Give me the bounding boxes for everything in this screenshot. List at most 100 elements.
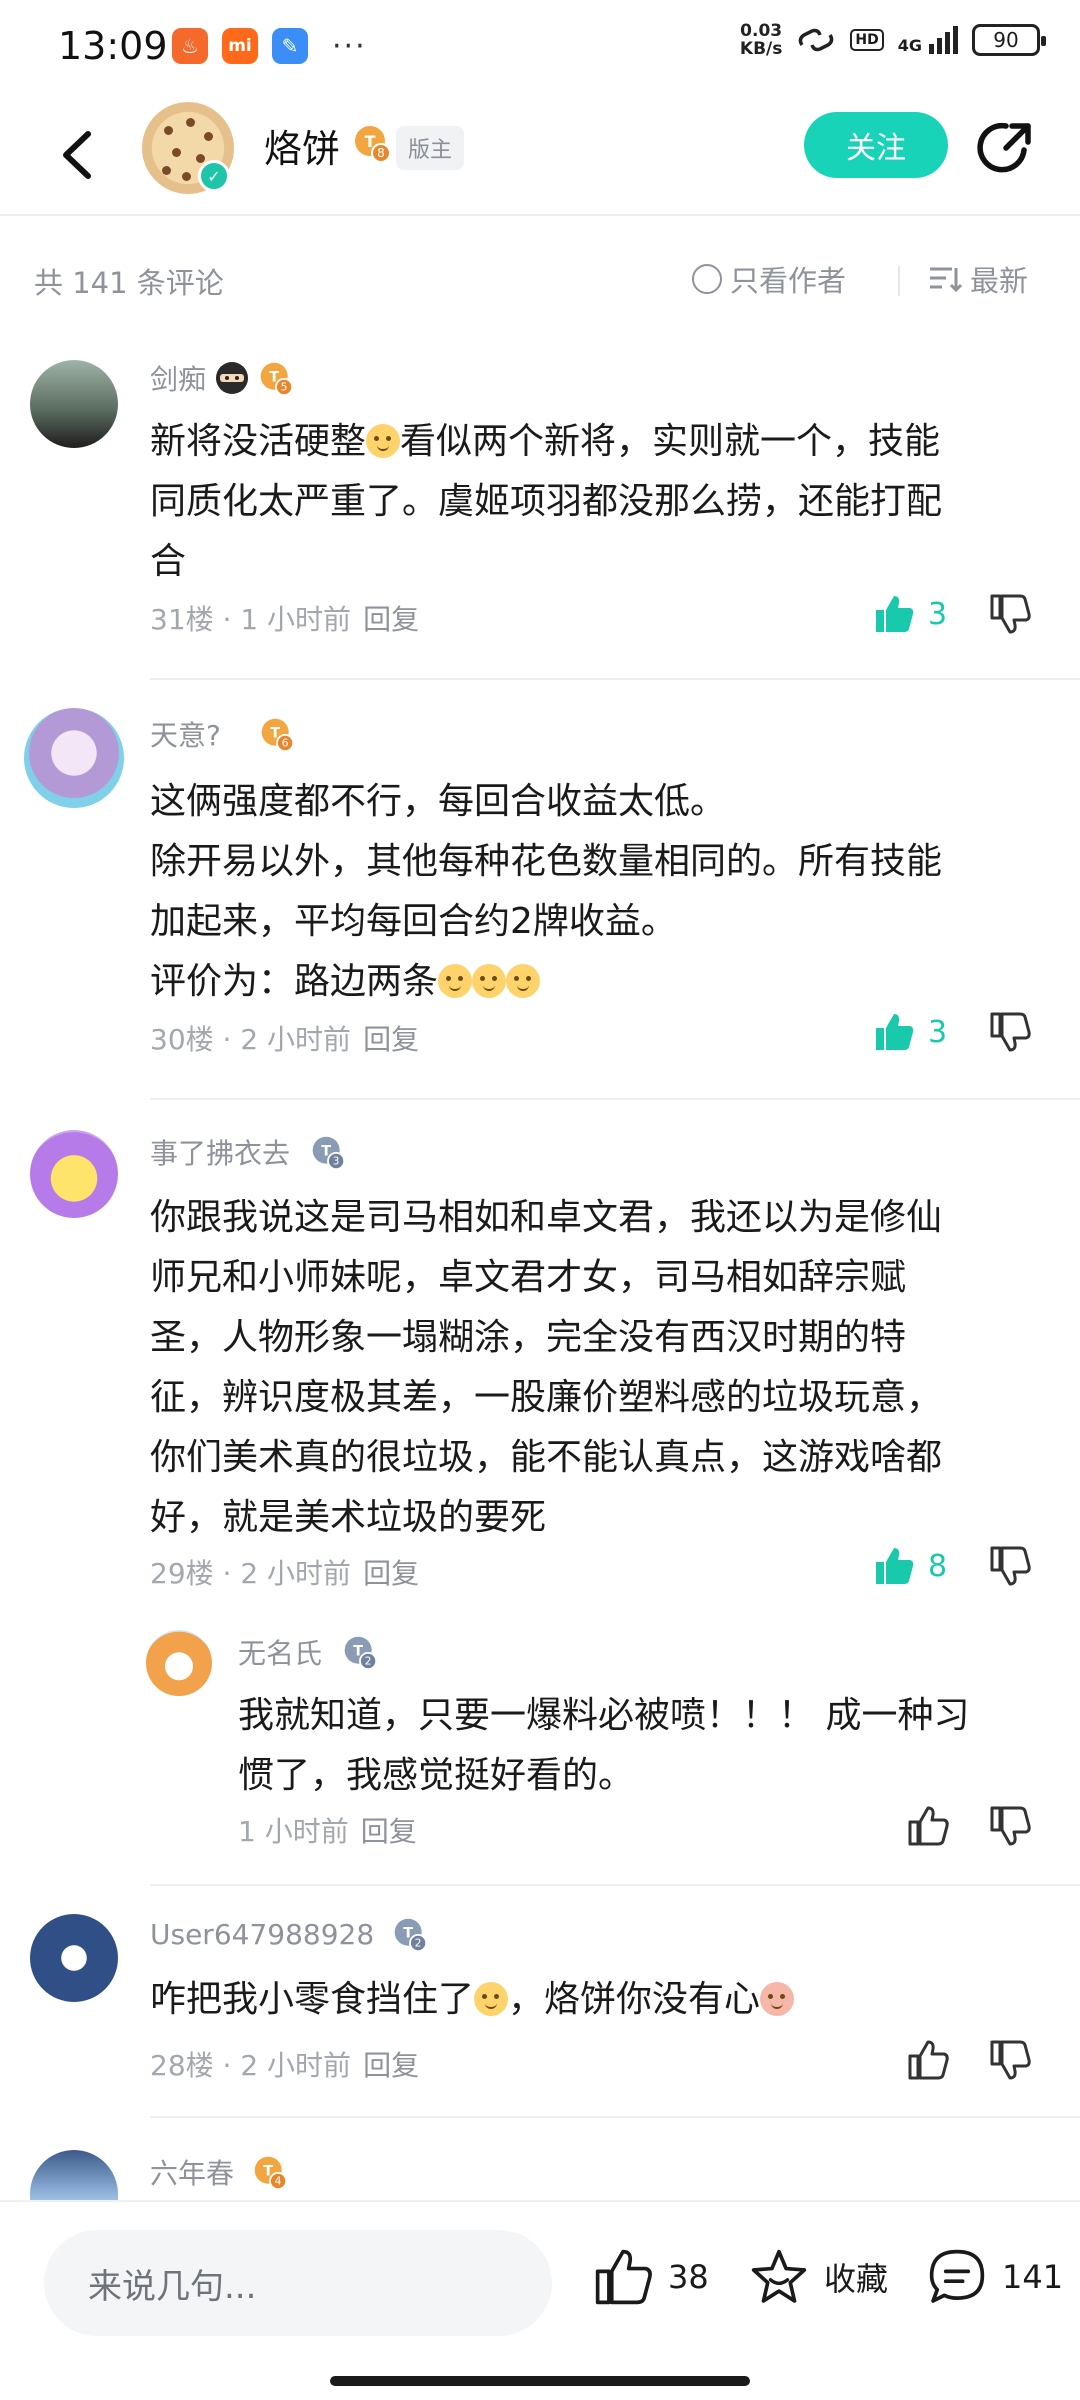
status-app-icons: ♨ mi ✎ ··· [172, 28, 367, 64]
svg-text:6: 6 [282, 737, 289, 750]
thumbs-down-icon[interactable] [988, 2038, 1032, 2082]
ninja-icon [214, 360, 250, 396]
svg-text:2: 2 [415, 1937, 422, 1950]
comment-filter-bar: 共 141 条评论 只看作者 最新 [0, 244, 1080, 316]
comment-text: 咋把我小零食挡住了 ，烙饼你没有心 [150, 1970, 1030, 2030]
emoji-icon [506, 964, 541, 998]
bottom-action-bar: 来说几句... 38 收藏 141 [0, 2200, 1080, 2400]
hd-icon: HD [850, 29, 884, 51]
thumbs-down-icon[interactable] [988, 1544, 1032, 1588]
user-avatar[interactable] [30, 2150, 118, 2200]
comment-meta: 30楼 · 2 小时前 回复 [150, 1023, 420, 1056]
author-name[interactable]: 烙饼 [264, 118, 340, 173]
comment-text: 新将没活硬整 看似两个新将，实则就一个，技能 同质化太严重了。虞姬项羽都没那么捞，… [150, 421, 943, 582]
radio-icon [692, 264, 722, 294]
mi-app-icon: mi [222, 28, 258, 64]
link-icon [799, 28, 834, 52]
divider [150, 1098, 1080, 1100]
svg-text:3: 3 [333, 1155, 340, 1168]
notification-app-icon: ♨ [172, 28, 208, 64]
status-bar: 13:09 ♨ mi ✎ ··· 0.03 KB/s HD 4G 90 [0, 0, 1080, 90]
comment-meta: 29楼 · 2 小时前 回复 [150, 1557, 420, 1590]
user-avatar[interactable] [24, 708, 124, 808]
moderator-badge: 版主 [396, 126, 465, 170]
comment-username[interactable]: User647988928 T2 [150, 1916, 428, 1952]
comment-username[interactable]: 事了拂衣去 T3 [150, 1132, 346, 1172]
thumbs-up-icon[interactable] [906, 2038, 950, 2082]
comment-input[interactable]: 来说几句... [44, 2230, 552, 2336]
verified-check-icon: ✓ [198, 160, 230, 192]
post-like-button[interactable]: 38 [592, 2246, 709, 2308]
emoji-icon [472, 964, 507, 998]
emoji-icon [474, 1982, 509, 2016]
reply-button[interactable]: 回复 [363, 603, 419, 636]
reply-button[interactable]: 回复 [361, 1815, 417, 1848]
reply-text: 我就知道，只要一爆料必被喷！！！ 成一种习 惯了，我感觉挺好看的。 [238, 1695, 970, 1796]
level-badge-icon: T4 [252, 2154, 288, 2190]
reply-username[interactable]: 无名氏 T2 [238, 1632, 378, 1672]
thumbs-up-icon [595, 2249, 652, 2305]
back-arrow-icon[interactable] [44, 120, 114, 190]
divider [150, 2116, 1080, 2118]
emoji-icon [760, 1982, 795, 2016]
divider [150, 678, 1080, 680]
svg-text:2: 2 [365, 1655, 372, 1668]
svg-text:8: 8 [377, 146, 385, 160]
comment-count: 共 141 条评论 [34, 266, 224, 300]
level-badge-icon: T6 [259, 716, 295, 752]
reply-button[interactable]: 回复 [363, 2049, 419, 2082]
emoji-icon [438, 964, 473, 998]
comment-meta: 28楼 · 2 小时前 回复 [150, 2049, 420, 2082]
follow-button[interactable]: 关注 [804, 112, 948, 178]
svg-text:5: 5 [281, 381, 288, 394]
thumbs-up-icon [876, 1548, 914, 1584]
user-avatar[interactable] [30, 360, 118, 448]
thumbs-down-icon[interactable] [988, 1804, 1032, 1848]
thumbs-down-icon[interactable] [988, 1010, 1032, 1054]
sort-icon [930, 267, 962, 293]
level-badge-icon: T5 [258, 360, 294, 396]
reply-button[interactable]: 回复 [363, 1023, 419, 1056]
share-icon[interactable] [972, 114, 1038, 180]
comment-bubble-icon [929, 2249, 985, 2303]
battery-icon: 90 [972, 24, 1046, 56]
comment-username[interactable]: 六年春 T4 [150, 2152, 288, 2192]
more-notifications-icon: ··· [332, 28, 367, 64]
sort-selector[interactable]: 最新 [928, 258, 1028, 300]
user-avatar[interactable] [30, 1914, 118, 2002]
status-time: 13:09 [58, 24, 168, 68]
like-button[interactable]: 8 [872, 1544, 947, 1588]
level-badge-icon: T 8 [352, 123, 392, 167]
home-indicator[interactable] [330, 2376, 750, 2386]
reply-button[interactable]: 回复 [363, 1557, 419, 1590]
comment-text: 你跟我说这是司马相如和卓文君，我还以为是修仙 师兄和小师妹呢，卓文君才女，司马相… [150, 1197, 943, 1538]
signal-icon: 4G [898, 26, 958, 54]
thumbs-down-icon[interactable] [988, 592, 1032, 636]
level-badge-icon: T2 [342, 1634, 378, 1670]
divider [898, 266, 900, 296]
post-header: ✓ 烙饼 T 8 版主 关注 [0, 96, 1080, 216]
notification-app-icon: ✎ [272, 28, 308, 64]
user-avatar[interactable] [30, 1130, 118, 1218]
author-only-toggle[interactable]: 只看作者 [692, 258, 846, 300]
thumbs-up-icon [876, 1014, 914, 1050]
svg-text:4: 4 [275, 2175, 282, 2188]
thumbs-up-icon [876, 596, 914, 632]
comment-meta: 31楼 · 1 小时前 回复 [150, 603, 420, 636]
network-speed: 0.03 KB/s [739, 21, 783, 59]
like-button[interactable]: 3 [872, 1010, 947, 1054]
user-avatar[interactable] [146, 1630, 212, 1696]
emoji-icon [366, 424, 401, 458]
comment-text: 这俩强度都不行，每回合收益太低。 除开易以外，其他每种花色数量相同的。所有技能 … [150, 781, 943, 1002]
comment-username[interactable]: 剑痴 T5 [150, 358, 294, 398]
divider [150, 1884, 1080, 1886]
level-badge-icon: T2 [392, 1916, 428, 1952]
favorite-button[interactable]: 收藏 [748, 2246, 888, 2308]
comment-username[interactable]: 天意? T6 [150, 714, 295, 754]
thumbs-up-icon[interactable] [906, 1804, 950, 1848]
status-right: 0.03 KB/s HD 4G 90 [739, 21, 1046, 59]
level-badge-icon: T3 [310, 1134, 346, 1170]
like-button[interactable]: 3 [872, 592, 947, 636]
star-icon [751, 2249, 807, 2303]
comments-button[interactable]: 141 [926, 2246, 1063, 2308]
